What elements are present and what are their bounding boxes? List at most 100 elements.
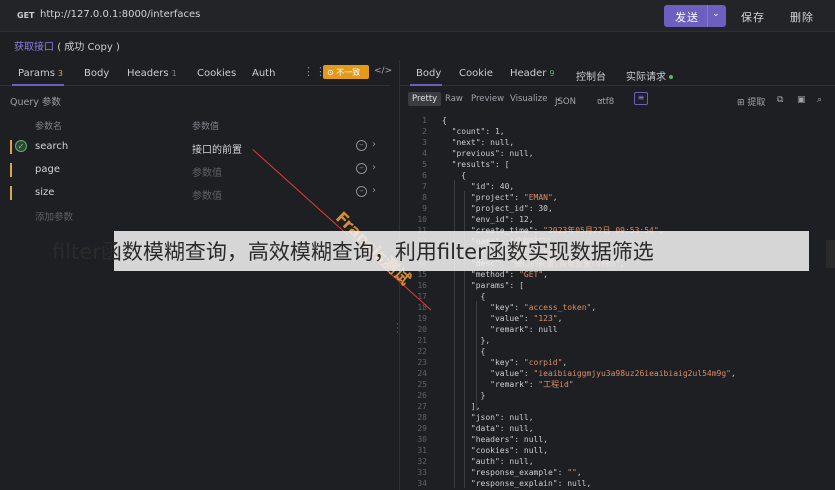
pretty-button[interactable]: Pretty [408, 92, 442, 106]
param-value-input[interactable]: 接口的前置 [192, 141, 242, 156]
col-header-value: 参数值 [192, 122, 220, 132]
chevron-down-icon[interactable]: ⌄ [712, 9, 720, 19]
line-number: 5 [422, 160, 427, 169]
line-number: 26 [417, 391, 427, 400]
tab-response-header[interactable]: Header 9 [510, 68, 555, 79]
wrap-icon[interactable]: ≡ [634, 92, 648, 105]
remove-icon[interactable]: – [356, 140, 367, 151]
chevron-right-icon[interactable]: › [372, 185, 376, 196]
line-number: 3 [422, 138, 427, 147]
caption-edge [826, 240, 835, 268]
format-bar: Pretty Raw Preview Visualize JSON ⌄ utf8… [400, 91, 835, 109]
tab-console[interactable]: 控制台 [576, 68, 606, 83]
param-row: page 参数值 – › [0, 159, 390, 181]
code-text: "headers": null, [442, 435, 548, 444]
code-text: { [442, 116, 447, 125]
request-name[interactable]: 获取接口 [14, 42, 54, 53]
line-number: 4 [422, 149, 427, 158]
tab-cookies[interactable]: Cookies [197, 68, 236, 79]
code-text: "results": [ [442, 160, 510, 169]
code-line: 10 "env_id": 12, [400, 214, 835, 225]
code-line: 7 "id": 40, [400, 181, 835, 192]
tab-actual-request[interactable]: 实际请求 [626, 68, 673, 83]
col-header-key: 参数名 [35, 122, 63, 132]
code-line: 19 "value": "123", [400, 313, 835, 324]
remove-icon[interactable]: – [356, 186, 367, 197]
tab-params[interactable]: Params 3 [18, 68, 63, 79]
line-number: 1 [422, 116, 427, 125]
code-text: "auth": null, [442, 457, 534, 466]
line-number: 7 [422, 182, 427, 191]
code-text: ], [442, 402, 481, 411]
line-number: 6 [422, 171, 427, 180]
code-text: "id": 40, [442, 182, 515, 191]
code-text: { [442, 171, 467, 180]
check-icon[interactable]: ✓ [15, 140, 27, 152]
code-line: 33 "response_example": "", [400, 467, 835, 478]
param-key-input[interactable]: search [35, 141, 68, 152]
drag-handle-icon[interactable]: · · · [396, 321, 399, 338]
code-text: "value": "123", [442, 314, 563, 323]
url-input[interactable]: http://127.0.0.1:8000/interfaces [40, 9, 200, 20]
active-tab-indicator [12, 84, 64, 86]
code-text: "key": "corpid", [442, 358, 568, 367]
remove-icon[interactable]: – [356, 163, 367, 174]
code-text: "next": null, [442, 138, 515, 147]
preview-button[interactable]: Preview [471, 94, 504, 104]
code-icon[interactable]: </> [374, 66, 392, 76]
code-text: "data": null, [442, 424, 534, 433]
code-text: "key": "access_token", [442, 303, 597, 312]
mismatch-badge[interactable]: ⊙ 不一致 [323, 65, 369, 79]
code-line: 32 "auth": null, [400, 456, 835, 467]
raw-button[interactable]: Raw [445, 94, 463, 104]
row-marker [10, 140, 12, 154]
response-tabs: Body Cookie Header 9 控制台 实际请求 [400, 60, 835, 86]
code-line: 22 { [400, 346, 835, 357]
search-icon[interactable]: ⌕ [817, 95, 822, 105]
param-key-input[interactable]: size [35, 187, 54, 198]
line-number: 25 [417, 380, 427, 389]
row-marker [10, 163, 12, 177]
tab-headers[interactable]: Headers 1 [127, 68, 177, 79]
save-icon[interactable]: ▣ [797, 95, 806, 105]
visualize-button[interactable]: Visualize [510, 94, 547, 104]
code-line: 18 "key": "access_token", [400, 302, 835, 313]
param-value-input[interactable]: 参数值 [192, 187, 222, 202]
line-number: 19 [417, 314, 427, 323]
code-line: 30 "headers": null, [400, 434, 835, 445]
code-line: 21 }, [400, 335, 835, 346]
code-line: 34 "response_explain": null, [400, 478, 835, 489]
code-text: "count": 1, [442, 127, 505, 136]
encoding-select[interactable]: utf8 ⌄ [597, 94, 614, 107]
tab-auth[interactable]: Auth [252, 68, 275, 79]
code-text: "cookies": null, [442, 446, 548, 455]
param-value-input[interactable]: 参数值 [192, 164, 222, 179]
send-button[interactable]: 发送 ⌄ [664, 5, 726, 27]
add-param-button[interactable]: 添加参数 [35, 209, 73, 223]
code-text: "json": null, [442, 413, 534, 422]
save-button[interactable]: 保存 [741, 9, 765, 25]
chevron-right-icon[interactable]: › [372, 139, 376, 150]
code-line: 8 "project": "EMAN", [400, 192, 835, 203]
tab-response-body[interactable]: Body [416, 68, 441, 79]
line-number: 21 [417, 336, 427, 345]
active-response-tab-indicator [410, 84, 442, 86]
code-text: "response_explain": null, [442, 479, 592, 488]
tab-body[interactable]: Body [84, 68, 109, 79]
method-select[interactable]: GET [17, 11, 35, 20]
code-text: "response_example": "", [442, 468, 582, 477]
response-body-viewer[interactable]: 1{2 "count": 1, 3 "next": null, 4 "previou… [400, 114, 835, 490]
delete-button[interactable]: 删除 [790, 9, 814, 25]
copy-icon[interactable]: ⧉ [777, 95, 783, 105]
code-text: "project": "EMAN", [442, 193, 558, 202]
code-text: { [442, 347, 486, 356]
format-type-select[interactable]: JSON ⌄ [555, 94, 576, 107]
code-line: 24 "value": "ieaibiaiggmjyu3a98uz26ieaib… [400, 368, 835, 379]
request-status: ( 成功 Copy ) [57, 42, 120, 53]
tab-response-cookie[interactable]: Cookie [459, 68, 493, 79]
param-key-input[interactable]: page [35, 164, 60, 175]
extract-button[interactable]: ⊞ 提取 [737, 95, 765, 108]
code-line: 2 "count": 1, [400, 126, 835, 137]
chevron-right-icon[interactable]: › [372, 162, 376, 173]
code-text: "remark": "工程id" [442, 380, 574, 389]
